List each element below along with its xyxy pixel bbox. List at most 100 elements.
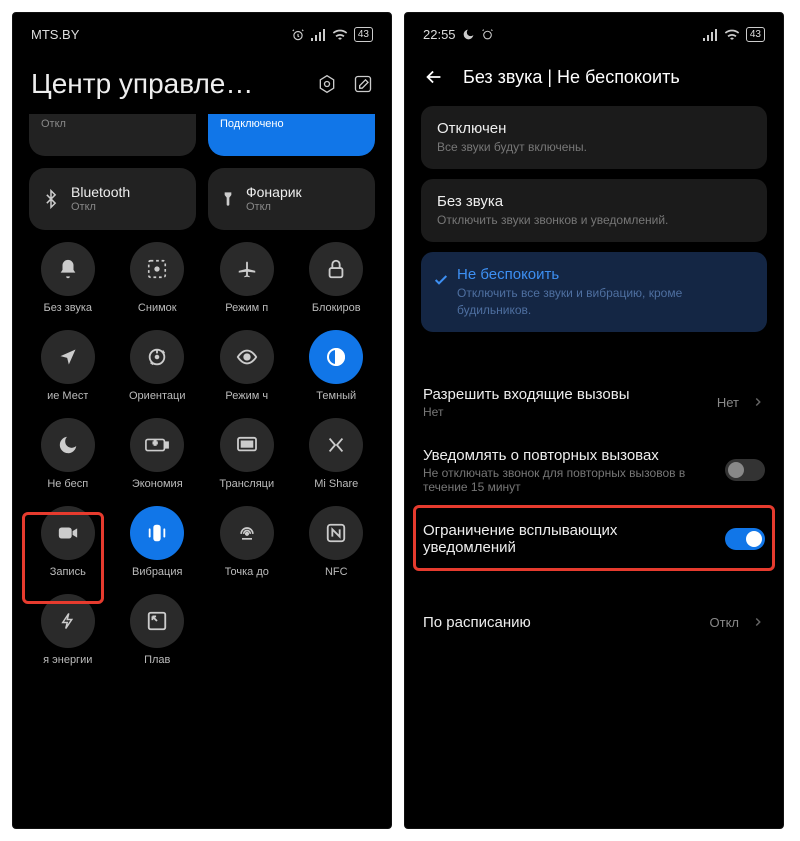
tile-label: Фонарик [246,185,302,200]
toggle-label: я энергии [43,654,92,666]
lock-icon [309,242,363,296]
toggle-battery[interactable]: Экономия [113,418,203,490]
eye-icon [220,330,274,384]
tile-bluetooth[interactable]: Bluetooth Откл [29,168,196,230]
setting-sub: Нет [423,405,705,419]
toggle-label: Трансляци [219,478,274,490]
option-title: Не беспокоить [457,266,751,283]
chevron-right-icon [751,615,765,629]
option-title: Отключен [437,120,751,137]
status-bar: 22:55 43 [405,13,783,50]
toggle-record[interactable]: Запись [23,506,113,578]
option-silent[interactable]: Без звука Отключить звуки звонков и увед… [421,179,767,242]
moon-icon [462,28,475,41]
edit-icon[interactable] [353,74,373,94]
toggle-label: Не бесп [47,478,88,490]
toggle-orientation[interactable]: Ориентаци [113,330,203,402]
toggle-label: Без звука [43,302,92,314]
toggle-vibrate[interactable]: Вибрация [113,506,203,578]
control-center-title: Центр управле… [31,68,307,100]
toggle-label: Ориентаци [129,390,186,402]
tile-sub: Подключено [220,118,284,130]
status-time: 22:55 [423,27,456,42]
orientation-icon [130,330,184,384]
tile-label: Bluetooth [71,185,130,200]
scissors-icon [130,242,184,296]
option-dnd[interactable]: Не беспокоить Отключить все звуки и вибр… [421,252,767,331]
settings-icon[interactable] [317,74,337,94]
tile-sub: Откл [71,201,130,213]
toggle-label: Экономия [132,478,183,490]
battery-icon [130,418,184,472]
option-sub: Все звуки будут включены. [437,139,751,155]
toggle-label: Режим п [225,302,268,314]
toggle-airplane[interactable]: Режим п [202,242,292,314]
switch-repeat-calls[interactable] [725,459,765,481]
toggle-darkmode[interactable]: Темный [292,330,382,402]
location-icon [41,330,95,384]
vibrate-icon [130,506,184,560]
toggle-lock[interactable]: Блокиров [292,242,382,314]
toggle-label: Блокиров [312,302,361,314]
status-bar: MTS.BY 43 [13,13,391,50]
flashlight-icon [220,187,236,211]
toggle-eye[interactable]: Режим ч [202,330,292,402]
setting-value: Нет [717,395,739,410]
toggle-scissors[interactable]: Снимок [113,242,203,314]
option-sub: Отключить все звуки и вибрацию, кроме бу… [457,285,751,317]
toggle-label: NFC [325,566,348,578]
toggle-label: Запись [50,566,86,578]
bell-icon [41,242,95,296]
tile-flashlight[interactable]: Фонарик Откл [208,168,375,230]
toggle-cast[interactable]: Трансляци [202,418,292,490]
toggle-label: Mi Share [314,478,358,490]
mishare-icon [309,418,363,472]
setting-allow-calls[interactable]: Разрешить входящие вызовы Нет Нет [405,372,783,433]
setting-title: Уведомлять о повторных вызовах [423,447,713,464]
alarm-icon [481,28,494,41]
chevron-right-icon [751,395,765,409]
carrier-label: MTS.BY [31,27,79,42]
tile-mobile-data[interactable]: Откл [29,114,196,156]
bolt-icon [41,594,95,648]
option-disabled[interactable]: Отключен Все звуки будут включены. [421,106,767,169]
toggle-label: Режим ч [225,390,268,402]
setting-title: Ограничение всплывающих уведомлений [423,522,713,556]
pip-icon [130,594,184,648]
option-title: Без звука [437,193,751,210]
setting-schedule[interactable]: По расписанию Откл [405,600,783,645]
status-icons: 43 [291,27,373,42]
back-icon[interactable] [423,66,445,88]
toggle-moon[interactable]: Не бесп [23,418,113,490]
toggle-pip[interactable]: Плав [113,594,203,666]
option-sub: Отключить звуки звонков и уведомлений. [437,212,751,228]
toggle-label: ие Мест [47,390,88,402]
tile-sub: Откл [41,118,66,130]
toggle-hotspot[interactable]: Точка до [202,506,292,578]
toggle-location[interactable]: ие Мест [23,330,113,402]
darkmode-icon [309,330,363,384]
setting-title: Разрешить входящие вызовы [423,386,705,403]
toggle-label: Плав [144,654,170,666]
moon-icon [41,418,95,472]
alarm-icon [291,28,305,42]
setting-value: Откл [710,615,740,630]
toggle-bell[interactable]: Без звука [23,242,113,314]
setting-repeat-calls[interactable]: Уведомлять о повторных вызовах Не отключ… [405,433,783,508]
settings-title: Без звука | Не беспокоить [463,67,680,88]
signal-icon [703,29,718,41]
phone-dnd-settings: 22:55 43 Без звука | Не беспокоить Отклю… [404,12,784,829]
hotspot-icon [220,506,274,560]
switch-popup-limit[interactable] [725,528,765,550]
toggle-nfc[interactable]: NFC [292,506,382,578]
signal-icon [311,29,326,41]
record-icon [41,506,95,560]
toggle-bolt[interactable]: я энергии [23,594,113,666]
setting-popup-limit[interactable]: Ограничение всплывающих уведомлений [405,508,783,570]
wifi-icon [724,29,740,41]
settings-header: Без звука | Не беспокоить [405,50,783,106]
bluetooth-icon [41,187,61,211]
toggle-grid: Без звука Снимок Режим п Блокиров ие Мест Ори… [13,230,391,678]
toggle-mishare[interactable]: Mi Share [292,418,382,490]
tile-wifi[interactable]: Подключено [208,114,375,156]
